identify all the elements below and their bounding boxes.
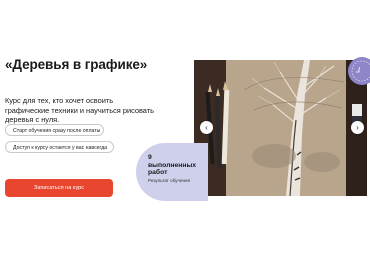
decorative-badge: [348, 57, 370, 85]
chevron-left-icon: ‹: [205, 123, 208, 132]
tree-drawing-illustration: [194, 60, 367, 196]
course-description: Курс для тех, кто хочет освоить графичес…: [5, 96, 154, 125]
feature-pill-access: Доступ к курсу остается у вас навсегда: [5, 141, 114, 153]
carousel-next-button[interactable]: ›: [351, 121, 364, 134]
sparkle-icon: [351, 60, 370, 82]
carousel-prev-button[interactable]: ‹: [200, 121, 213, 134]
page-title: «Деревья в графике»: [5, 57, 148, 72]
course-artwork-image: [194, 60, 367, 196]
stat-caption: Результат обучения: [148, 178, 191, 183]
stat-number: 9 выполненных работ: [148, 154, 197, 177]
enroll-button[interactable]: Записаться на курс: [5, 179, 113, 197]
course-landing: «Деревья в графике» Курс для тех, кто хо…: [0, 0, 370, 257]
chevron-right-icon: ›: [356, 123, 359, 132]
feature-pill-start: Старт обучения сразу после оплаты: [5, 124, 104, 136]
